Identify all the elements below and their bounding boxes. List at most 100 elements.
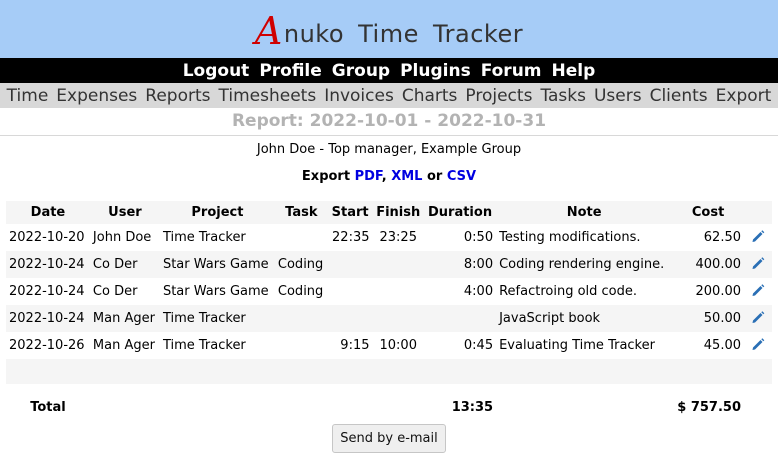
cell-project: Time Tracker <box>162 338 246 353</box>
cell-project: Time Tracker <box>162 230 246 245</box>
logo-letter: A <box>254 9 283 53</box>
cell-note: JavaScript book <box>496 305 673 332</box>
cell-project: Time Tracker <box>159 305 275 332</box>
menu-plugins[interactable]: Plugins <box>400 61 471 81</box>
col-edit <box>744 201 772 224</box>
pencil-icon[interactable] <box>751 337 765 355</box>
cell-duration: 8:00 <box>423 251 497 278</box>
submenu-export[interactable]: Export <box>716 86 772 106</box>
send-by-email-button[interactable]: Send by e-mail <box>332 424 446 453</box>
export-pdf-link[interactable]: PDF <box>355 169 382 184</box>
cell-note: Testing modifications. <box>499 230 641 245</box>
edit-cell <box>744 224 772 251</box>
cell-finish: 23:25 <box>379 230 417 245</box>
cell-task <box>275 332 328 359</box>
export-prefix: Export <box>301 169 351 184</box>
pencil-icon[interactable] <box>751 229 765 247</box>
cell-task <box>274 305 328 332</box>
cell-duration <box>423 305 497 332</box>
submenu-clients[interactable]: Clients <box>650 86 708 106</box>
cell-finish: 10:00 <box>379 338 417 353</box>
col-project: Project <box>159 201 275 224</box>
menu-profile[interactable]: Profile <box>259 61 321 81</box>
menu-help[interactable]: Help <box>552 61 596 81</box>
cell-cost: 50.00 <box>672 305 744 332</box>
cell-date: 2022-10-24 <box>9 284 85 299</box>
app-header: A nuko Time Tracker <box>0 0 778 58</box>
report-table: Date User Project Task Start Finish Dura… <box>6 201 772 421</box>
cell-task <box>275 224 328 251</box>
export-line: Export PDF, XML or CSV <box>0 169 778 187</box>
cell-start <box>327 251 373 278</box>
cell-cost: 45.00 <box>703 338 741 353</box>
total-duration: 13:35 <box>451 400 494 415</box>
logo-text: nuko Time Tracker <box>283 20 524 48</box>
submenu-expenses[interactable]: Expenses <box>56 86 137 106</box>
col-start: Start <box>327 201 373 224</box>
app-logo[interactable]: A nuko Time Tracker <box>254 9 524 53</box>
cell-finish <box>373 278 424 305</box>
cell-duration: 0:45 <box>463 338 494 353</box>
menu-logout[interactable]: Logout <box>183 61 250 81</box>
cell-start <box>327 305 373 332</box>
report-user-line: John Doe - Top manager, Example Group <box>256 142 522 157</box>
cell-project: Star Wars Game <box>159 251 275 278</box>
cell-date: 2022-10-24 <box>6 305 90 332</box>
cell-date: 2022-10-20 <box>9 230 85 245</box>
pencil-icon[interactable] <box>751 310 765 328</box>
submenu-tasks[interactable]: Tasks <box>540 86 586 106</box>
cell-date: 2022-10-24 <box>6 251 90 278</box>
empty-row <box>6 359 772 384</box>
table-row: 2022-10-26 Man Ager Time Tracker 9:15 10… <box>6 332 772 359</box>
edit-cell <box>744 332 772 359</box>
cell-note: Evaluating Time Tracker <box>499 338 655 353</box>
total-label: Total <box>30 400 66 415</box>
col-note: Note <box>496 201 673 224</box>
pencil-icon[interactable] <box>751 283 765 301</box>
cell-cost: 62.50 <box>703 230 741 245</box>
submenu-reports[interactable]: Reports <box>145 86 210 106</box>
cell-note: Refactroing old code. <box>499 284 638 299</box>
submenu-projects[interactable]: Projects <box>465 86 532 106</box>
menu-group[interactable]: Group <box>332 61 390 81</box>
cell-user: John Doe <box>92 230 152 245</box>
edit-cell <box>744 305 772 332</box>
col-user: User <box>89 201 160 224</box>
col-date: Date <box>6 201 90 224</box>
menu-forum[interactable]: Forum <box>481 61 542 81</box>
table-row: 2022-10-24 Man Ager Time Tracker JavaScr… <box>6 305 772 332</box>
cell-cost: 400.00 <box>672 251 744 278</box>
export-separator: , <box>381 169 387 184</box>
edit-cell <box>744 278 772 305</box>
cell-start: 22:35 <box>332 230 370 245</box>
cell-finish <box>372 251 424 278</box>
table-row: 2022-10-24 Co Der Star Wars Game Coding … <box>6 278 772 305</box>
pencil-icon[interactable] <box>751 256 765 274</box>
submenu-time[interactable]: Time <box>7 86 49 106</box>
cell-user: Co Der <box>89 251 160 278</box>
cell-duration: 4:00 <box>463 284 494 299</box>
submenu-users[interactable]: Users <box>594 86 642 106</box>
cell-cost: 200.00 <box>695 284 742 299</box>
cell-project: Star Wars Game <box>162 284 269 299</box>
cell-task: Coding <box>277 284 324 299</box>
edit-cell <box>744 251 772 278</box>
col-task: Task <box>274 201 328 224</box>
export-xml-link[interactable]: XML <box>391 169 422 184</box>
cell-user: Co Der <box>92 284 138 299</box>
spacer-row <box>6 384 772 394</box>
col-cost: Cost <box>672 201 744 224</box>
submenu-invoices[interactable]: Invoices <box>324 86 394 106</box>
submenu-timesheets[interactable]: Timesheets <box>219 86 317 106</box>
top-menu: Logout Profile Group Plugins Forum Help <box>0 58 778 83</box>
page-title: Report: 2022-10-01 - 2022-10-31 <box>0 108 778 136</box>
total-cost: $ 757.50 <box>677 400 741 415</box>
col-duration: Duration <box>423 201 497 224</box>
sub-menu: Time Expenses Reports Timesheets Invoice… <box>0 83 778 108</box>
export-or: or <box>426 169 443 184</box>
cell-start: 9:15 <box>340 338 370 353</box>
submenu-charts[interactable]: Charts <box>402 86 458 106</box>
cell-note: Coding rendering engine. <box>496 251 673 278</box>
table-header-row: Date User Project Task Start Finish Dura… <box>6 201 772 224</box>
export-csv-link[interactable]: CSV <box>447 169 476 184</box>
